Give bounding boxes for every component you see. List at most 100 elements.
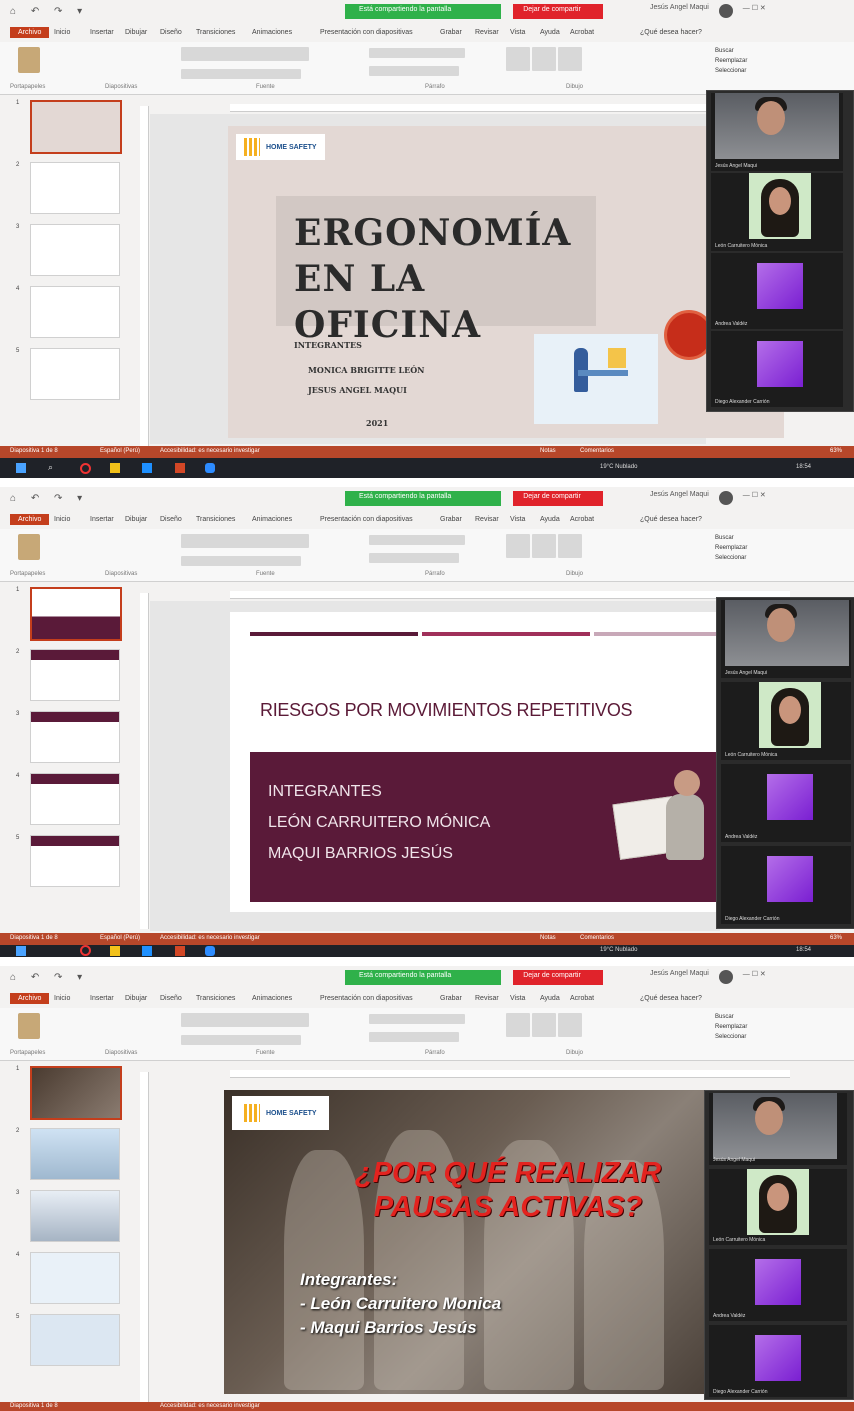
zoom-level[interactable]: 63% [830, 935, 842, 941]
zoom-level[interactable]: 63% [830, 448, 842, 454]
tab-animations[interactable]: Animaciones [252, 516, 292, 523]
avatar[interactable] [718, 4, 733, 18]
tab-record[interactable]: Grabar [440, 29, 462, 36]
tab-record[interactable]: Grabar [440, 995, 462, 1002]
tab-help[interactable]: Ayuda [540, 29, 560, 36]
tab-acrobat[interactable]: Acrobat [570, 995, 594, 1002]
tab-design[interactable]: Diseño [160, 995, 182, 1002]
thumbnail[interactable]: 5 [10, 1310, 122, 1372]
tab-slideshow[interactable]: Presentación con diapositivas [320, 516, 413, 523]
thumbnail[interactable]: 4 [10, 282, 122, 344]
participant-tile[interactable]: Andrea Valdéz [721, 764, 851, 842]
avatar[interactable] [718, 970, 733, 984]
tab-home[interactable]: Inicio [54, 29, 70, 36]
weather[interactable]: 19°C Nublado [600, 464, 637, 470]
powerpoint-icon[interactable] [175, 463, 185, 473]
file-explorer-icon[interactable] [110, 463, 120, 473]
clock-time[interactable]: 18:54 [796, 464, 811, 470]
thumbnail[interactable]: 3 [10, 220, 122, 282]
participant-tile[interactable]: Diego Alexander Carrión [709, 1325, 847, 1397]
tab-help[interactable]: Ayuda [540, 516, 560, 523]
replace-button[interactable]: Reemplazar [715, 1024, 747, 1030]
font-group[interactable] [180, 533, 310, 571]
search-hint[interactable]: ¿Qué desea hacer? [640, 516, 702, 523]
language[interactable]: Español (Perú) [100, 448, 140, 454]
tab-record[interactable]: Grabar [440, 516, 462, 523]
quick-access-toolbar[interactable]: ⌂ ↶ ↷ ▾ [10, 493, 88, 504]
tab-file[interactable]: Archivo [10, 514, 50, 525]
window-controls[interactable]: — ☐ ✕ [743, 970, 766, 984]
tab-acrobat[interactable]: Acrobat [570, 516, 594, 523]
thumbnail[interactable]: 3 [10, 1186, 122, 1248]
thumbnail[interactable]: 5 [10, 831, 122, 893]
stop-share-button[interactable]: Dejar de compartir [513, 4, 603, 19]
participant-tile[interactable]: Jesús Angel Maqui [721, 600, 851, 678]
tab-animations[interactable]: Animaciones [252, 995, 292, 1002]
participant-tile[interactable]: Andrea Valdéz [709, 1249, 847, 1321]
participant-tile[interactable]: Diego Alexander Carrión [721, 846, 851, 924]
paragraph-group[interactable] [368, 46, 468, 84]
paste-icon[interactable] [18, 534, 40, 560]
tab-file[interactable]: Archivo [10, 993, 50, 1004]
paste-icon[interactable] [18, 1013, 40, 1039]
windows-start-icon[interactable] [16, 946, 26, 956]
clock-time[interactable]: 18:54 [796, 947, 811, 953]
window-controls[interactable]: — ☐ ✕ [743, 491, 766, 505]
font-group[interactable] [180, 46, 310, 84]
slide[interactable]: HOME SAFETY ¿POR QUÉ REALIZAR PAUSAS ACT… [224, 1090, 708, 1394]
drawing-group[interactable] [505, 533, 615, 571]
replace-button[interactable]: Reemplazar [715, 545, 747, 551]
tab-transitions[interactable]: Transiciones [196, 29, 235, 36]
language[interactable]: Español (Perú) [100, 935, 140, 941]
file-explorer-icon[interactable] [110, 946, 120, 956]
window-controls[interactable]: — ☐ ✕ [743, 4, 766, 18]
tab-draw[interactable]: Dibujar [125, 995, 147, 1002]
drawing-group[interactable] [505, 1012, 615, 1050]
edge-icon[interactable] [142, 946, 152, 956]
slide-thumbnails[interactable]: 1 2 3 4 5 [10, 1062, 122, 1402]
quick-access-toolbar[interactable]: ⌂ ↶ ↷ ▾ [10, 6, 88, 17]
thumbnail[interactable]: 2 [10, 158, 122, 220]
zoom-app-icon[interactable] [205, 463, 215, 473]
comments-button[interactable]: Comentarios [580, 935, 614, 941]
participant-tile[interactable]: León Carruitero Mónica [711, 173, 843, 251]
tab-slideshow[interactable]: Presentación con diapositivas [320, 995, 413, 1002]
accessibility-status[interactable]: Accesibilidad: es necesario investigar [160, 448, 260, 454]
tab-draw[interactable]: Dibujar [125, 516, 147, 523]
notes-button[interactable]: Notas [540, 448, 556, 454]
thumbnail[interactable]: 5 [10, 344, 122, 406]
participant-tile[interactable]: Andrea Valdéz [711, 253, 843, 329]
paragraph-group[interactable] [368, 533, 468, 571]
avatar[interactable] [718, 491, 733, 505]
tab-slideshow[interactable]: Presentación con diapositivas [320, 29, 413, 36]
tab-view[interactable]: Vista [510, 516, 525, 523]
paragraph-group[interactable] [368, 1012, 468, 1050]
tab-home[interactable]: Inicio [54, 995, 70, 1002]
thumbnail[interactable]: 3 [10, 707, 122, 769]
tab-transitions[interactable]: Transiciones [196, 995, 235, 1002]
tab-draw[interactable]: Dibujar [125, 29, 147, 36]
thumbnail[interactable]: 4 [10, 769, 122, 831]
participant-tile[interactable]: Diego Alexander Carrión [711, 331, 843, 407]
paste-icon[interactable] [18, 47, 40, 73]
tab-home[interactable]: Inicio [54, 516, 70, 523]
tab-animations[interactable]: Animaciones [252, 29, 292, 36]
drawing-group[interactable] [505, 46, 615, 84]
search-icon[interactable]: ⌕ [48, 462, 58, 472]
tab-view[interactable]: Vista [510, 995, 525, 1002]
tab-transitions[interactable]: Transiciones [196, 516, 235, 523]
thumbnail[interactable]: 1 [10, 96, 122, 158]
font-group[interactable] [180, 1012, 310, 1050]
tab-acrobat[interactable]: Acrobat [570, 29, 594, 36]
tab-design[interactable]: Diseño [160, 29, 182, 36]
replace-button[interactable]: Reemplazar [715, 58, 747, 64]
accessibility-status[interactable]: Accesibilidad: es necesario investigar [160, 1403, 260, 1409]
zoom-app-icon[interactable] [205, 946, 215, 956]
tab-view[interactable]: Vista [510, 29, 525, 36]
find-button[interactable]: Buscar [715, 535, 734, 541]
participant-tile[interactable]: Jesús Angel Maqui [711, 93, 843, 171]
slide[interactable]: RIESGOS POR MOVIMIENTOS REPETITIVOS INTE… [230, 612, 760, 912]
find-button[interactable]: Buscar [715, 48, 734, 54]
participant-tile[interactable]: León Carruitero Mónica [721, 682, 851, 760]
select-button[interactable]: Seleccionar [715, 68, 746, 74]
